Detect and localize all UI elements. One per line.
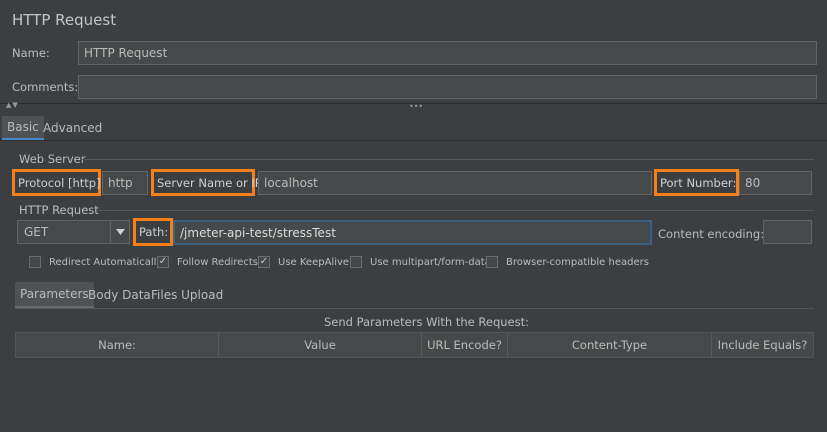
redirect-automatically-checkbox[interactable] [29,256,41,268]
protocol-input[interactable]: http [102,171,148,195]
follow-redirects-checkbox[interactable]: ✓ [157,256,169,268]
browser-compatible-checkbox[interactable] [486,256,498,268]
path-input[interactable]: /jmeter-api-test/stressTest [174,221,651,244]
name-input[interactable]: HTTP Request [78,41,817,65]
option-label: Use KeepAlive [278,256,350,268]
comments-label: Comments: [12,80,79,94]
column-header-content-type[interactable]: Content-Type [508,333,712,357]
http-request-section-label: HTTP Request [19,203,99,217]
browser-compatible-option[interactable]: Browser-compatible headers [486,256,649,268]
tab-advanced[interactable]: Advanced [38,116,107,140]
port-number-label: Port Number: [654,169,739,196]
content-encoding-input[interactable] [763,220,812,244]
use-keepalive-checkbox[interactable]: ✓ [258,256,270,268]
parameters-table-header: Name: Value URL Encode? Content-Type Inc… [15,332,814,358]
content-encoding-label: Content encoding: [658,227,765,241]
column-header-name[interactable]: Name: [16,333,219,357]
parameters-table-body[interactable] [15,358,814,432]
protocol-label: Protocol [http]: [12,169,104,196]
use-multipart-option[interactable]: Use multipart/form-data [350,256,491,268]
chevron-down-icon[interactable] [110,221,129,243]
web-server-section-label: Web Server [19,152,86,166]
option-label: Use multipart/form-data [370,256,491,268]
column-header-url-encode[interactable]: URL Encode? [422,333,508,357]
comments-input[interactable] [78,75,817,99]
parameters-caption: Send Parameters With the Request: [324,315,529,329]
page-title: HTTP Request [12,11,117,29]
splitter-grip-icon[interactable]: ••• [409,102,423,111]
tab-bar: Basic Advanced [0,116,827,141]
redirect-automatically-option[interactable]: Redirect Automatically [29,256,162,268]
option-label: Follow Redirects [177,256,258,268]
column-header-value[interactable]: Value [219,333,422,357]
server-name-label: Server Name or IP: [151,169,266,196]
tab-parameters[interactable]: Parameters [15,282,94,308]
name-label: Name: [12,46,50,60]
use-multipart-checkbox[interactable] [350,256,362,268]
parameters-tab-bar: Parameters Body Data Files Upload [15,282,814,309]
server-name-input[interactable]: localhost [258,171,652,195]
method-value: GET [24,225,49,239]
option-label: Redirect Automatically [49,256,163,268]
collapse-arrows-icon[interactable]: ▲▼ [6,101,19,109]
http-request-divider [96,210,814,211]
tab-body-data[interactable]: Body Data [83,282,156,308]
method-select[interactable]: GET [17,220,130,244]
column-header-include-equals[interactable]: Include Equals? [712,333,813,357]
web-server-divider [82,159,814,160]
tab-files-upload[interactable]: Files Upload [146,282,228,308]
path-label: Path: [133,218,173,246]
option-label: Browser-compatible headers [506,256,649,268]
port-number-input[interactable]: 80 [739,171,812,195]
use-keepalive-option[interactable]: ✓ Use KeepAlive [258,256,349,268]
follow-redirects-option[interactable]: ✓ Follow Redirects [157,256,258,268]
